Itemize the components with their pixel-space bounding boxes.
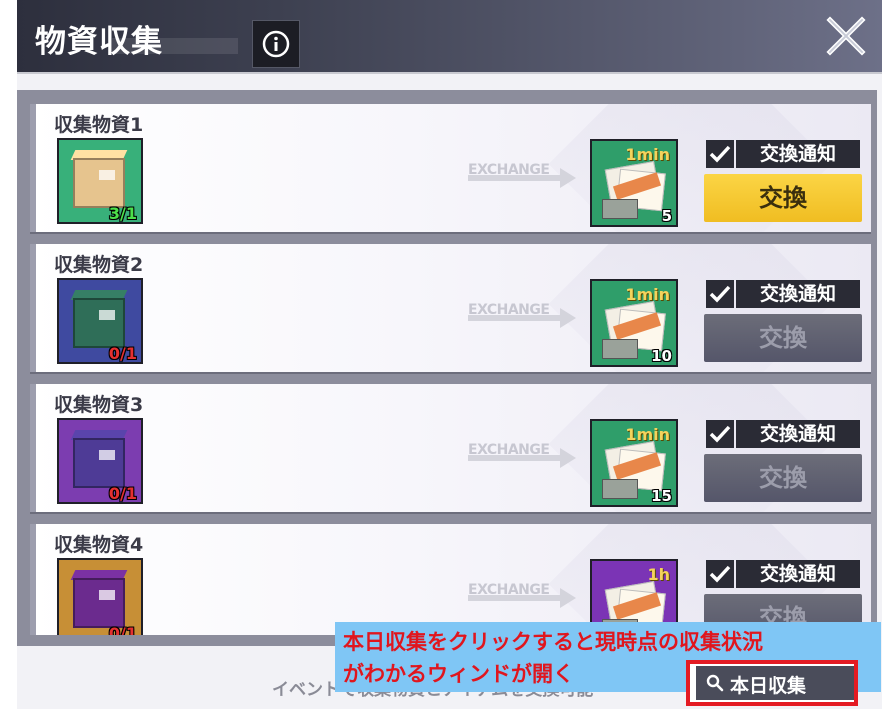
item-name: 収集物資2 — [54, 254, 144, 276]
exchange-button[interactable]: 交換 — [704, 314, 862, 362]
item-card: 収集物資2 0/1 EXCHANGE 1min 10 交換通知 交換 — [30, 244, 871, 372]
money-icon — [602, 199, 638, 219]
exchange-label: EXCHANGE — [468, 582, 550, 598]
notify-checkbox[interactable] — [706, 140, 734, 168]
exchange-label: EXCHANGE — [468, 442, 550, 458]
item-card: 収集物資1 3/1 EXCHANGE 1min 5 交換通知 交換 — [30, 104, 871, 232]
notify-label[interactable]: 交換通知 — [736, 280, 860, 308]
info-icon — [262, 30, 290, 58]
exchange-button[interactable]: 交換 — [704, 454, 862, 502]
crate-icon — [73, 578, 125, 628]
card-accent — [30, 244, 36, 372]
annotation-line-2: がわかるウィンドが開く — [343, 662, 574, 686]
crate-icon — [73, 158, 125, 208]
checkmark-icon — [709, 285, 731, 303]
item-icon: 3/1 — [57, 138, 143, 224]
reward-time: 1min — [625, 285, 670, 304]
exchange-label: EXCHANGE — [468, 302, 550, 318]
arrow-head — [560, 588, 576, 608]
reward-count: 10 — [651, 347, 672, 365]
crate-label — [99, 170, 115, 180]
card-accent — [30, 384, 36, 512]
reward-icon: 1min 10 — [590, 279, 678, 367]
material-collection-window: 物資収集 収集物資1 3/1 EXCHANGE 1min 5 交換通知 交換 収… — [0, 0, 882, 709]
item-card: 収集物資3 0/1 EXCHANGE 1min 15 交換通知 交換 — [30, 384, 871, 512]
exchange-label: EXCHANGE — [468, 162, 550, 178]
annotation-line-1: 本日収集をクリックすると現時点の収集状況 — [343, 630, 763, 654]
close-icon — [826, 16, 866, 56]
crate-icon — [73, 298, 125, 348]
reward-icon: 1min 5 — [590, 139, 678, 227]
notify-label[interactable]: 交換通知 — [736, 560, 860, 588]
window-title: 物資収集 — [35, 24, 163, 60]
reward-time: 1h — [647, 565, 670, 584]
arrow-head — [560, 308, 576, 328]
item-count: 0/1 — [108, 484, 137, 503]
item-icon: 0/1 — [57, 418, 143, 504]
crate-icon — [73, 438, 125, 488]
notify-label[interactable]: 交換通知 — [736, 140, 860, 168]
item-count: 3/1 — [108, 204, 137, 223]
daily-collection-button[interactable]: 本日収集 — [696, 666, 854, 700]
reward-time: 1min — [625, 425, 670, 444]
reward-count: 15 — [651, 487, 672, 505]
item-icon: 0/1 — [57, 558, 143, 635]
item-card: 収集物資4 0/1 EXCHANGE 1h 交換通知 交換 — [30, 524, 871, 635]
daily-collection-button-highlight[interactable]: 本日収集 — [686, 660, 858, 706]
item-count: 0/1 — [108, 624, 137, 635]
notify-checkbox[interactable] — [706, 420, 734, 448]
arrow-head — [560, 168, 576, 188]
item-count: 0/1 — [108, 344, 137, 363]
reward-time: 1min — [625, 145, 670, 164]
checkmark-icon — [709, 145, 731, 163]
item-name: 収集物資3 — [54, 394, 144, 416]
notify-checkbox[interactable] — [706, 560, 734, 588]
checkmark-icon — [709, 425, 731, 443]
crate-label — [99, 450, 115, 460]
reward-count: 5 — [661, 207, 672, 225]
card-accent — [30, 104, 36, 232]
notify-label[interactable]: 交換通知 — [736, 420, 860, 448]
card-accent — [30, 524, 36, 635]
item-list[interactable]: 収集物資1 3/1 EXCHANGE 1min 5 交換通知 交換 収集物資2 … — [17, 100, 877, 635]
checkmark-icon — [709, 565, 731, 583]
search-icon — [706, 674, 724, 692]
money-icon — [602, 479, 638, 499]
reward-icon: 1min 15 — [590, 419, 678, 507]
header-divider — [17, 72, 882, 74]
item-icon: 0/1 — [57, 278, 143, 364]
crate-label — [99, 590, 115, 600]
close-button[interactable] — [824, 14, 868, 58]
exchange-button[interactable]: 交換 — [704, 174, 862, 222]
item-name: 収集物資1 — [54, 114, 144, 136]
notify-checkbox[interactable] — [706, 280, 734, 308]
money-icon — [602, 339, 638, 359]
crate-label — [99, 310, 115, 320]
info-button[interactable] — [252, 20, 300, 68]
item-name: 収集物資4 — [54, 534, 144, 556]
daily-collection-label: 本日収集 — [730, 675, 807, 697]
arrow-head — [560, 448, 576, 468]
